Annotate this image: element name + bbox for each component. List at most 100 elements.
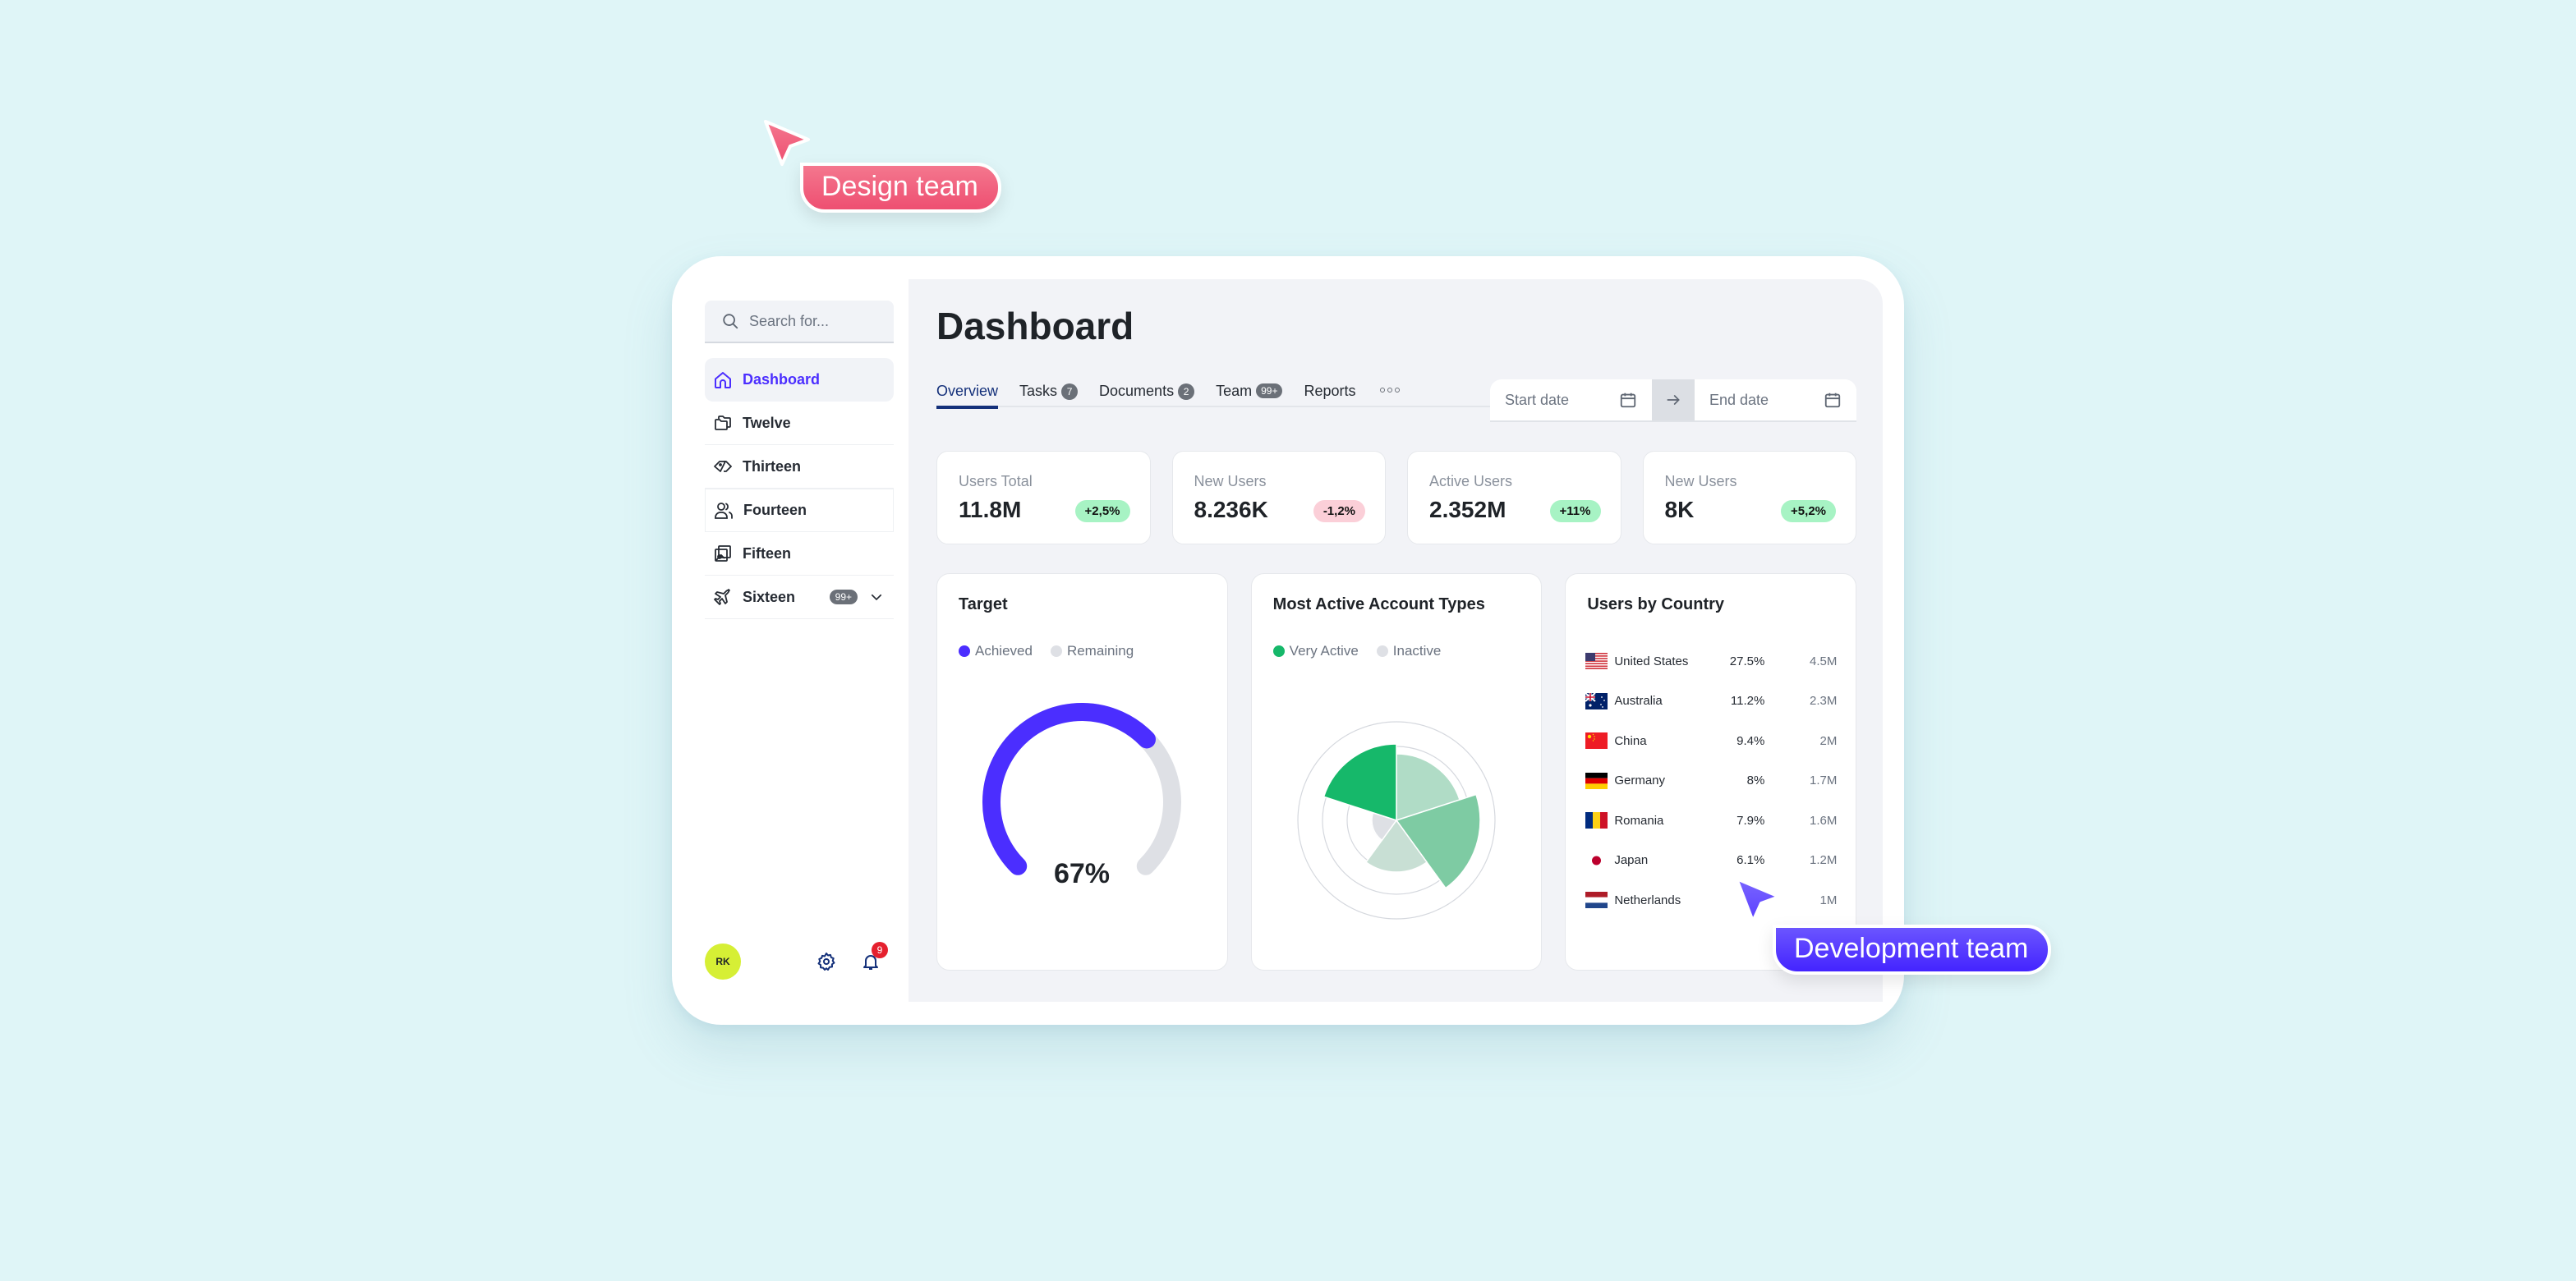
count-badge: 7 [1061, 383, 1079, 400]
legend-item-inactive: Inactive [1376, 643, 1441, 659]
legend-swatch [959, 645, 970, 657]
country-row: Germany 8% 1.7M [1585, 761, 1837, 801]
tab-reports[interactable]: Reports [1304, 381, 1355, 407]
tab-tasks[interactable]: Tasks 7 [1019, 381, 1079, 407]
start-date-field[interactable]: Start date [1490, 379, 1652, 420]
country-users: 4.5M [1809, 654, 1838, 668]
search-icon [723, 314, 738, 329]
app-window: Dashboard Twelve Thirteen Fourteen Fifte… [672, 256, 1904, 1025]
tab-documents[interactable]: Documents 2 [1099, 381, 1195, 407]
start-date-placeholder: Start date [1505, 391, 1570, 408]
sidebar-item-twelve[interactable]: Twelve [705, 402, 894, 445]
country-percent: 9.4% [1736, 733, 1765, 748]
tab-overview[interactable]: Overview [936, 381, 999, 409]
country-row: China 9.4% 2M [1585, 721, 1837, 761]
count-badge: 2 [1178, 383, 1195, 400]
sidebar-item-label: Sixteen [743, 588, 796, 605]
target-card: Target Achieved Remaining 67% [936, 573, 1228, 971]
sidebar-item-label: Thirteen [743, 457, 802, 475]
chart-legend: Achieved Remaining [959, 643, 1134, 659]
plane-icon [713, 587, 733, 607]
sidebar-item-fifteen[interactable]: Fifteen [705, 532, 894, 576]
tab-team[interactable]: Team 99+ [1216, 381, 1283, 407]
tab-label: Team [1216, 383, 1253, 399]
country-users: 1.6M [1809, 813, 1838, 828]
gauge-chart: 67% [982, 703, 1181, 889]
legend-item-remaining: Remaining [1050, 643, 1134, 659]
country-percent: 6.1% [1736, 853, 1765, 868]
sidebar-item-sixteen[interactable]: Sixteen 99+ [705, 576, 894, 619]
sidebar-item-thirteen[interactable]: Thirteen [705, 445, 894, 489]
country-name: Japan [1614, 853, 1649, 868]
country-percent: 11.2% [1730, 694, 1765, 709]
card-title: Most Active Account Types [1272, 595, 1485, 613]
legend-label: Very Active [1289, 643, 1359, 659]
sidebar-item-dashboard[interactable]: Dashboard [705, 358, 894, 402]
gauge-value-label: 67% [1054, 858, 1110, 889]
page-title: Dashboard [936, 305, 1134, 347]
country-row: Australia 11.2% 2.3M [1585, 682, 1837, 722]
search-box[interactable] [705, 301, 894, 343]
change-badge: +5,2% [1781, 500, 1836, 522]
change-badge: +11% [1549, 500, 1601, 522]
country-users: 1.2M [1809, 853, 1838, 868]
country-row: Romania 7.9% 1.6M [1585, 801, 1837, 841]
gauge-achieved-arc [982, 703, 1156, 875]
chart-cards-row: Target Achieved Remaining 67% Most Activ… [936, 573, 1857, 971]
change-badge: +2,5% [1074, 500, 1130, 522]
sidebar-item-label: Fifteen [743, 544, 792, 562]
polar-area-chart [1297, 721, 1496, 920]
stat-card-active-users: Active Users 2.352M +11% [1407, 451, 1622, 544]
sidebar-nav: Dashboard Twelve Thirteen Fourteen Fifte… [705, 358, 894, 619]
legend-item-very-active: Very Active [1272, 643, 1359, 659]
cursor-label: Development team [1773, 925, 2052, 975]
tags-icon [713, 457, 733, 476]
country-percent: 27.5% [1729, 654, 1765, 668]
sidebar-footer: RK 9 [705, 941, 894, 982]
country-users: 2.3M [1809, 694, 1838, 709]
change-badge: -1,2% [1313, 500, 1365, 522]
users-by-country-card: Users by Country United States 27.5% 4.5… [1565, 573, 1857, 971]
stat-label: Users Total [959, 473, 1033, 489]
stat-label: New Users [1664, 473, 1737, 489]
nl-flag-icon [1585, 892, 1608, 909]
country-percent: 7.9% [1736, 813, 1765, 828]
sidebar: Dashboard Twelve Thirteen Fourteen Fifte… [705, 301, 894, 982]
de-flag-icon [1585, 772, 1608, 789]
images-icon [713, 544, 733, 563]
calendar-icon[interactable] [1619, 391, 1637, 409]
search-input[interactable] [749, 312, 889, 330]
country-name: China [1614, 733, 1647, 748]
stat-label: New Users [1194, 473, 1267, 489]
country-name: Romania [1614, 813, 1664, 828]
stat-label: Active Users [1429, 473, 1513, 489]
au-flag-icon [1585, 692, 1608, 709]
card-title: Target [959, 595, 1008, 613]
sidebar-item-fourteen[interactable]: Fourteen [705, 489, 894, 532]
legend-swatch [1376, 645, 1388, 657]
more-tabs-icon[interactable] [1380, 381, 1401, 399]
end-date-field[interactable]: End date [1695, 379, 1856, 420]
tab-label: Documents [1099, 383, 1175, 399]
avatar[interactable]: RK [705, 944, 741, 980]
sidebar-item-label: Dashboard [743, 371, 821, 388]
stat-card-new-users-2: New Users 8K +5,2% [1642, 451, 1856, 544]
end-date-placeholder: End date [1709, 391, 1769, 408]
card-title: Users by Country [1587, 595, 1725, 613]
country-users: 1.7M [1809, 774, 1838, 788]
chevron-down-icon[interactable] [869, 590, 884, 604]
cursor-pointer-icon [1735, 877, 1781, 923]
sidebar-item-label: Fourteen [743, 502, 807, 518]
country-row: Japan 6.1% 1.2M [1585, 841, 1837, 881]
home-icon [713, 370, 733, 390]
calendar-icon[interactable] [1824, 391, 1842, 409]
country-name: Netherlands [1614, 893, 1681, 907]
cn-flag-icon [1585, 732, 1608, 750]
gear-icon[interactable] [816, 952, 836, 971]
users-icon [714, 501, 734, 521]
count-badge: 99+ [1256, 383, 1283, 398]
folders-icon [713, 413, 733, 433]
stats-row: Users Total 11.8M +2,5% New Users 8.236K… [936, 451, 1856, 544]
jp-flag-icon [1585, 852, 1608, 869]
sidebar-item-label: Twelve [743, 414, 791, 431]
